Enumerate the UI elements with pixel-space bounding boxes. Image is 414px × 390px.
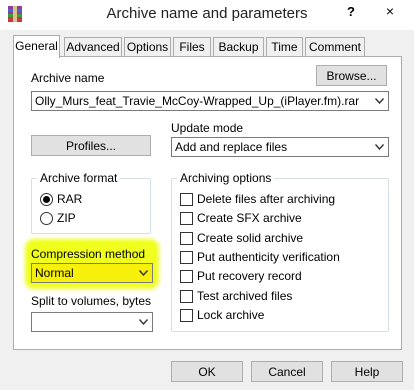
option-label: Put authenticity verification bbox=[197, 250, 340, 264]
chevron-down-icon[interactable] bbox=[373, 92, 385, 110]
split-volumes-select[interactable] bbox=[31, 312, 153, 332]
tab-advanced[interactable]: Advanced bbox=[64, 37, 122, 57]
format-rar-label: RAR bbox=[57, 192, 83, 206]
checkbox-icon[interactable] bbox=[180, 269, 193, 283]
tab-general[interactable]: General bbox=[13, 35, 60, 58]
radio-selected-icon[interactable] bbox=[40, 192, 53, 206]
archive-name-input[interactable]: Olly_Murs_feat_Travie_McCoy-Wrapped_Up_(… bbox=[31, 91, 389, 111]
option-label: Create SFX archive bbox=[197, 211, 302, 225]
checkbox-icon[interactable] bbox=[180, 211, 193, 225]
option-create-solid[interactable]: Create solid archive bbox=[180, 230, 303, 246]
archive-name-value: Olly_Murs_feat_Travie_McCoy-Wrapped_Up_(… bbox=[35, 94, 360, 108]
option-test-archived[interactable]: Test archived files bbox=[180, 288, 292, 304]
tab-backup[interactable]: Backup bbox=[213, 37, 264, 57]
checkbox-icon[interactable] bbox=[180, 192, 193, 206]
archive-name-label: Archive name bbox=[31, 71, 105, 85]
archive-format-title: Archive format bbox=[37, 171, 121, 185]
option-label: Delete files after archiving bbox=[197, 192, 336, 206]
checkbox-icon[interactable] bbox=[180, 308, 193, 322]
option-label: Lock archive bbox=[197, 308, 265, 322]
help-button[interactable]: Help bbox=[331, 361, 403, 382]
split-volumes-label: Split to volumes, bytes bbox=[31, 294, 152, 308]
chevron-down-icon[interactable] bbox=[137, 264, 149, 282]
checkbox-icon[interactable] bbox=[180, 289, 193, 303]
title-bar: Archive name and parameters ? × bbox=[0, 0, 414, 30]
chevron-down-icon[interactable] bbox=[373, 138, 385, 156]
option-lock-archive[interactable]: Lock archive bbox=[180, 307, 264, 323]
format-zip-radio[interactable]: ZIP bbox=[40, 210, 76, 226]
radio-unselected-icon[interactable] bbox=[40, 211, 53, 225]
format-zip-label: ZIP bbox=[57, 211, 76, 225]
archiving-options-title: Archiving options bbox=[177, 171, 275, 185]
checkbox-icon[interactable] bbox=[180, 250, 193, 264]
close-button[interactable]: × bbox=[368, 0, 412, 22]
update-mode-value: Add and replace files bbox=[175, 140, 288, 154]
tab-options[interactable]: Options bbox=[124, 37, 171, 57]
tab-comment[interactable]: Comment bbox=[305, 37, 365, 57]
option-label: Put recovery record bbox=[197, 269, 302, 283]
profiles-button[interactable]: Profiles... bbox=[31, 135, 151, 156]
compression-method-label: Compression method bbox=[31, 247, 146, 261]
update-mode-label: Update mode bbox=[171, 121, 244, 135]
archive-dialog: Archive name and parameters ? × General … bbox=[0, 0, 414, 390]
option-label: Create solid archive bbox=[197, 231, 304, 245]
option-authenticity[interactable]: Put authenticity verification bbox=[180, 249, 340, 265]
tab-time[interactable]: Time bbox=[266, 37, 303, 57]
format-rar-radio[interactable]: RAR bbox=[40, 191, 82, 207]
option-label: Test archived files bbox=[197, 289, 293, 303]
close-icon: × bbox=[385, 3, 395, 19]
checkbox-icon[interactable] bbox=[180, 231, 193, 245]
tab-files[interactable]: Files bbox=[173, 37, 211, 57]
chevron-down-icon[interactable] bbox=[137, 313, 149, 331]
option-delete-files[interactable]: Delete files after archiving bbox=[180, 191, 335, 207]
title-help-button[interactable]: ? bbox=[340, 2, 362, 22]
browse-button[interactable]: Browse... bbox=[316, 65, 387, 86]
option-create-sfx[interactable]: Create SFX archive bbox=[180, 210, 302, 226]
option-recovery-record[interactable]: Put recovery record bbox=[180, 268, 302, 284]
compression-method-select[interactable]: Normal bbox=[31, 263, 153, 283]
ok-button[interactable]: OK bbox=[171, 361, 243, 382]
update-mode-select[interactable]: Add and replace files bbox=[171, 137, 389, 157]
compression-method-value: Normal bbox=[35, 266, 74, 280]
cancel-button[interactable]: Cancel bbox=[251, 361, 323, 382]
